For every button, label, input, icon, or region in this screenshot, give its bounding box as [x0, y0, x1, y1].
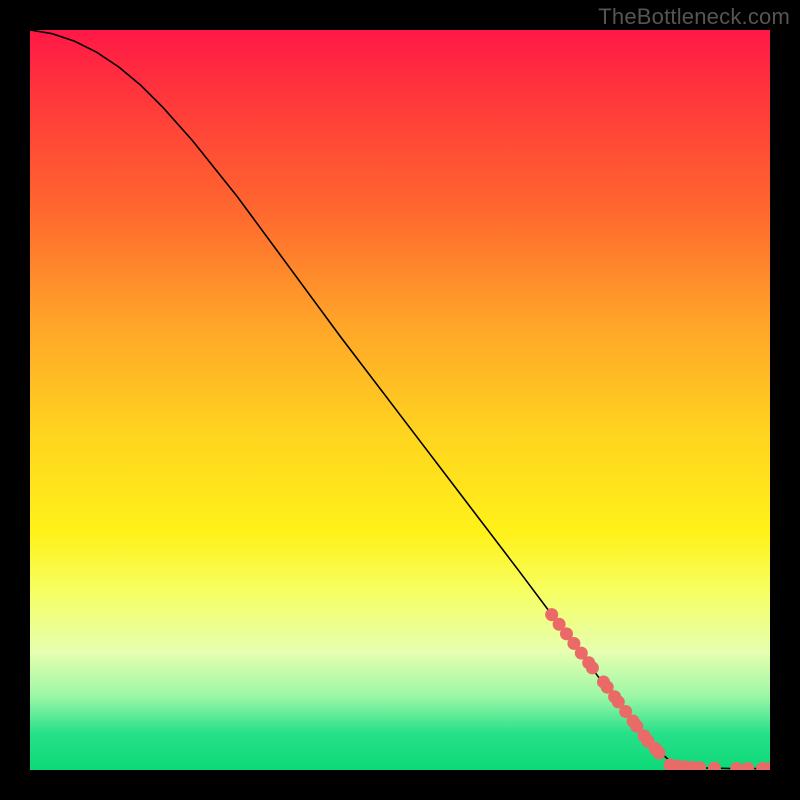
watermark-text: TheBottleneck.com [598, 4, 790, 30]
chart-background-gradient [30, 30, 770, 770]
